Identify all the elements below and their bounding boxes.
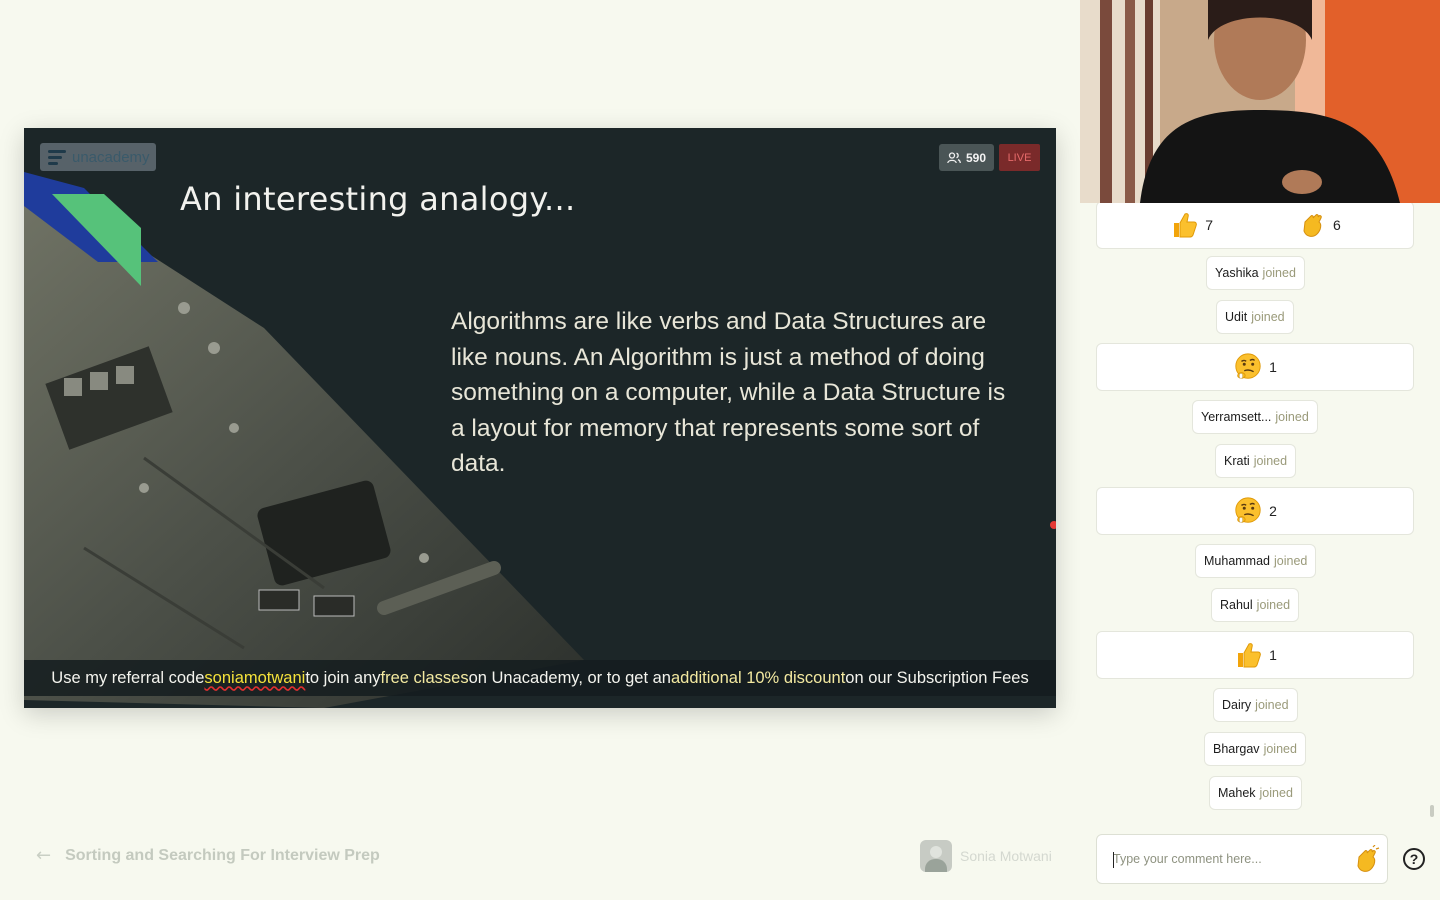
educator-name: Sonia Motwani bbox=[960, 848, 1052, 864]
referral-code: soniamotwani bbox=[204, 668, 306, 687]
back-to-course-link[interactable]: ← Sorting and Searching For Interview Pr… bbox=[36, 845, 380, 866]
unacademy-logo-icon bbox=[48, 149, 68, 165]
thumbs-up-icon bbox=[1169, 210, 1199, 240]
joined-user-name: Muhammad bbox=[1204, 554, 1270, 568]
join-notification: Yashika joined bbox=[1206, 256, 1305, 290]
live-badge: LIVE bbox=[999, 144, 1040, 171]
joined-label: joined bbox=[1251, 310, 1285, 324]
slide-stage: unacademy 590 LIVE An interesting analog… bbox=[24, 128, 1056, 708]
slide-title: An interesting analogy... bbox=[180, 180, 576, 218]
caption-text-mid: to join any bbox=[305, 668, 381, 687]
join-notification: Rahul joined bbox=[1211, 588, 1300, 622]
referral-caption: Use my referral code soniamotwani to joi… bbox=[24, 660, 1056, 696]
reaction-count: 1 bbox=[1269, 647, 1277, 663]
right-panel: 7 6 Yashika joined Udit joined 1 Yerramsett... j… bbox=[1080, 0, 1440, 900]
joined-user-name: Udit bbox=[1225, 310, 1248, 324]
slide-body-text: Algorithms are like verbs and Data Struc… bbox=[451, 308, 1006, 477]
reaction-count: 2 bbox=[1269, 503, 1277, 519]
joined-user-name: Bhargav bbox=[1213, 742, 1260, 756]
chat-scrollbar[interactable] bbox=[1430, 805, 1434, 817]
joined-label: joined bbox=[1274, 554, 1308, 568]
text-caret bbox=[1113, 852, 1114, 868]
thinking-face-icon bbox=[1233, 352, 1263, 382]
join-notification: Mahek joined bbox=[1209, 776, 1302, 810]
joined-label: joined bbox=[1262, 266, 1296, 280]
reaction-count: 1 bbox=[1269, 359, 1277, 375]
reaction-count: 7 bbox=[1205, 217, 1213, 233]
joined-user-name: Yashika bbox=[1215, 266, 1259, 280]
reaction-summary: 1 bbox=[1096, 631, 1414, 679]
logo-text: unacademy bbox=[72, 148, 150, 166]
comment-composer bbox=[1096, 834, 1388, 884]
chat-feed: 7 6 Yashika joined Udit joined 1 Yerramsett... j… bbox=[1080, 203, 1440, 817]
joined-user-name: Rahul bbox=[1220, 598, 1253, 612]
reaction-summary: 1 bbox=[1096, 343, 1414, 391]
caption-text-pre: Use my referral code bbox=[51, 668, 205, 687]
join-notification: Bhargav joined bbox=[1204, 732, 1306, 766]
help-button[interactable]: ? bbox=[1403, 848, 1425, 870]
caption-text-mid2: on Unacademy, or to get an bbox=[468, 668, 671, 687]
comment-input[interactable] bbox=[1113, 852, 1343, 866]
viewer-count-badge: 590 bbox=[939, 144, 994, 171]
course-title: Sorting and Searching For Interview Prep bbox=[65, 846, 380, 864]
joined-user-name: Dairy bbox=[1222, 698, 1252, 712]
caption-highlight-discount: additional 10% discount bbox=[670, 668, 846, 687]
viewer-count: 590 bbox=[965, 150, 987, 165]
joined-label: joined bbox=[1275, 410, 1309, 424]
joined-label: joined bbox=[1253, 454, 1288, 468]
join-notification: Yerramsett... joined bbox=[1192, 400, 1318, 434]
educator-video bbox=[1080, 0, 1440, 203]
educator-avatar bbox=[920, 840, 952, 872]
pointer-dot bbox=[1050, 521, 1056, 529]
educator-profile[interactable]: Sonia Motwani bbox=[920, 840, 1052, 872]
people-icon bbox=[947, 151, 961, 163]
join-notification: Dairy joined bbox=[1213, 688, 1298, 722]
unacademy-logo: unacademy bbox=[40, 143, 156, 171]
thinking-face-icon bbox=[1233, 496, 1263, 526]
joined-user-name: Yerramsett... bbox=[1201, 410, 1272, 424]
joined-user-name: Mahek bbox=[1218, 786, 1256, 800]
joined-user-name: Krati bbox=[1224, 454, 1250, 468]
clap-icon bbox=[1297, 210, 1327, 240]
join-notification: Udit joined bbox=[1216, 300, 1294, 334]
join-notification: Krati joined bbox=[1215, 444, 1297, 478]
joined-label: joined bbox=[1263, 742, 1297, 756]
reaction-summary: 2 bbox=[1096, 487, 1414, 535]
joined-label: joined bbox=[1259, 786, 1293, 800]
reaction-summary: 76 bbox=[1096, 203, 1414, 249]
caption-text-post: on our Subscription Fees bbox=[845, 668, 1029, 687]
clap-reaction-button[interactable] bbox=[1351, 845, 1381, 875]
thumbs-up-icon bbox=[1233, 640, 1263, 670]
back-arrow-icon: ← bbox=[36, 845, 52, 866]
joined-label: joined bbox=[1256, 598, 1291, 612]
caption-highlight-free-classes: free classes bbox=[380, 668, 469, 687]
joined-label: joined bbox=[1255, 698, 1289, 712]
join-notification: Muhammad joined bbox=[1195, 544, 1317, 578]
reaction-count: 6 bbox=[1333, 217, 1341, 233]
